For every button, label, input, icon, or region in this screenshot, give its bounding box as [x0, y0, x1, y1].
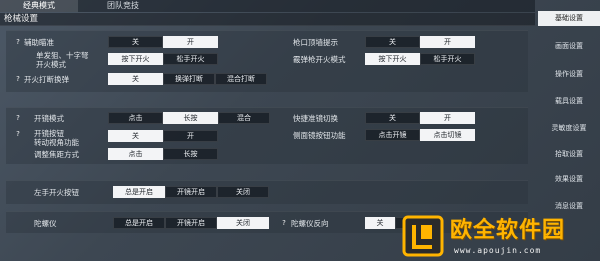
muzzle-wall-hint-toggle: 关 开 [365, 36, 475, 48]
help-icon[interactable]: ? [14, 75, 22, 83]
gyro-off-option[interactable]: 关闭 [217, 217, 269, 229]
scope-hold-option[interactable]: 长按 [163, 112, 218, 124]
aim-assist-label: 辅助瞄准 [24, 38, 54, 47]
fire-interrupt-reload-label: 开火打断换弹 [24, 75, 69, 84]
left-fire-button-label: 左手开火按钮 [34, 188, 79, 197]
sniper-crossbow-fire-mode-label: 单发狙、十字弩 开火模式 [36, 51, 89, 69]
gyro-reverse-label: 陀螺仪反向 [291, 219, 329, 228]
help-icon[interactable]: ? [280, 219, 288, 227]
shotgun-fire-mode-label: 霰弹枪开火模式 [293, 55, 346, 64]
sidebar-item-effects[interactable]: 效果设置 [538, 172, 600, 187]
shotgun-press-fire-option[interactable]: 按下开火 [365, 53, 420, 65]
help-icon[interactable]: ? [14, 114, 22, 122]
help-icon[interactable]: ? [14, 38, 22, 46]
gyroscope-toggle: 总是开启 开镜开启 关闭 [113, 217, 269, 229]
muzzle-hint-off-option[interactable]: 关 [365, 36, 420, 48]
scope-button-rotate-label: 开镜按钮 转动视角功能 [34, 129, 79, 147]
tap-switch-scope-option[interactable]: 点击切镜 [420, 129, 475, 141]
scope-tap-option[interactable]: 点击 [108, 112, 163, 124]
sidebar-item-vehicle[interactable]: 载具设置 [538, 94, 600, 109]
rotate-off-option[interactable]: 关 [108, 130, 163, 142]
watermark-logo-icon [402, 215, 444, 257]
quick-switch-on-option[interactable]: 开 [420, 112, 475, 124]
scope-mode-toggle: 点击 长按 混合 [108, 112, 270, 124]
aim-assist-on-option[interactable]: 开 [163, 36, 218, 48]
tab-classic-mode[interactable]: 经典模式 [0, 0, 78, 12]
shotgun-release-fire-option[interactable]: 松手开火 [420, 53, 475, 65]
focus-hold-option[interactable]: 长按 [163, 148, 218, 160]
watermark-title: 欧全软件园 [450, 218, 566, 243]
rotate-on-option[interactable]: 开 [163, 130, 218, 142]
sidebar-item-graphics[interactable]: 画面设置 [538, 39, 600, 54]
quick-scope-switch-label: 快捷准镜切换 [293, 114, 338, 123]
muzzle-wall-hint-label: 枪口顶墙提示 [293, 38, 338, 47]
quick-switch-off-option[interactable]: 关 [365, 112, 420, 124]
adjust-focus-label: 调整焦距方式 [34, 150, 79, 159]
gyroscope-label: 陀螺仪 [34, 219, 57, 228]
quick-scope-switch-toggle: 关 开 [365, 112, 475, 124]
sidebar-item-sensitivity[interactable]: 灵敏度设置 [538, 121, 600, 136]
help-icon[interactable]: ? [14, 130, 22, 138]
mixed-interrupt-option[interactable]: 混合打断 [215, 73, 267, 85]
left-fire-always-on-option[interactable]: 总是开启 [113, 186, 165, 198]
tap-open-scope-option[interactable]: 点击开镜 [365, 129, 420, 141]
sidebar-item-pickup[interactable]: 拾取设置 [538, 147, 600, 162]
mode-tab-bar: 经典模式 团队竞技 [0, 0, 535, 12]
gyro-reverse-off-option[interactable]: 关 [365, 217, 395, 229]
reload-interrupt-option[interactable]: 换弹打断 [163, 73, 215, 85]
fire-interrupt-reload-toggle: 关 换弹打断 混合打断 [108, 73, 267, 85]
left-fire-button-toggle: 总是开启 开镜开启 关闭 [113, 186, 269, 198]
muzzle-hint-on-option[interactable]: 开 [420, 36, 475, 48]
side-scope-button-toggle: 点击开镜 点击切镜 [365, 129, 475, 141]
sidebar-item-messages[interactable]: 消息设置 [538, 199, 600, 214]
interrupt-off-option[interactable]: 关 [108, 73, 163, 85]
scope-mixed-option[interactable]: 混合 [218, 112, 270, 124]
scope-button-rotate-toggle: 关 开 [108, 130, 218, 142]
sidebar-item-basic[interactable]: 基础设置 [538, 11, 600, 26]
aim-assist-toggle: 关 开 [108, 36, 218, 48]
press-fire-option[interactable]: 按下开火 [108, 53, 163, 65]
scope-mode-label: 开镜模式 [34, 114, 64, 123]
watermark-url: www.apoujin.com [454, 246, 542, 255]
left-fire-scope-on-option[interactable]: 开镜开启 [165, 186, 217, 198]
gyro-scope-on-option[interactable]: 开镜开启 [165, 217, 217, 229]
left-fire-off-option[interactable]: 关闭 [217, 186, 269, 198]
watermark: 欧全软件园 www.apoujin.com [402, 213, 600, 261]
release-fire-option[interactable]: 松手开火 [163, 53, 218, 65]
adjust-focus-toggle: 点击 长按 [108, 148, 218, 160]
gyro-always-on-option[interactable]: 总是开启 [113, 217, 165, 229]
shotgun-fire-mode-toggle: 按下开火 松手开火 [365, 53, 475, 65]
section-title: 枪械设置 [0, 13, 535, 26]
sidebar-item-controls[interactable]: 操作设置 [538, 67, 600, 82]
sniper-crossbow-fire-mode-toggle: 按下开火 松手开火 [108, 53, 218, 65]
tab-team-deathmatch[interactable]: 团队竞技 [78, 0, 168, 12]
aim-assist-off-option[interactable]: 关 [108, 36, 163, 48]
side-scope-button-label: 侧面镜按钮功能 [293, 131, 346, 140]
focus-tap-option[interactable]: 点击 [108, 148, 163, 160]
